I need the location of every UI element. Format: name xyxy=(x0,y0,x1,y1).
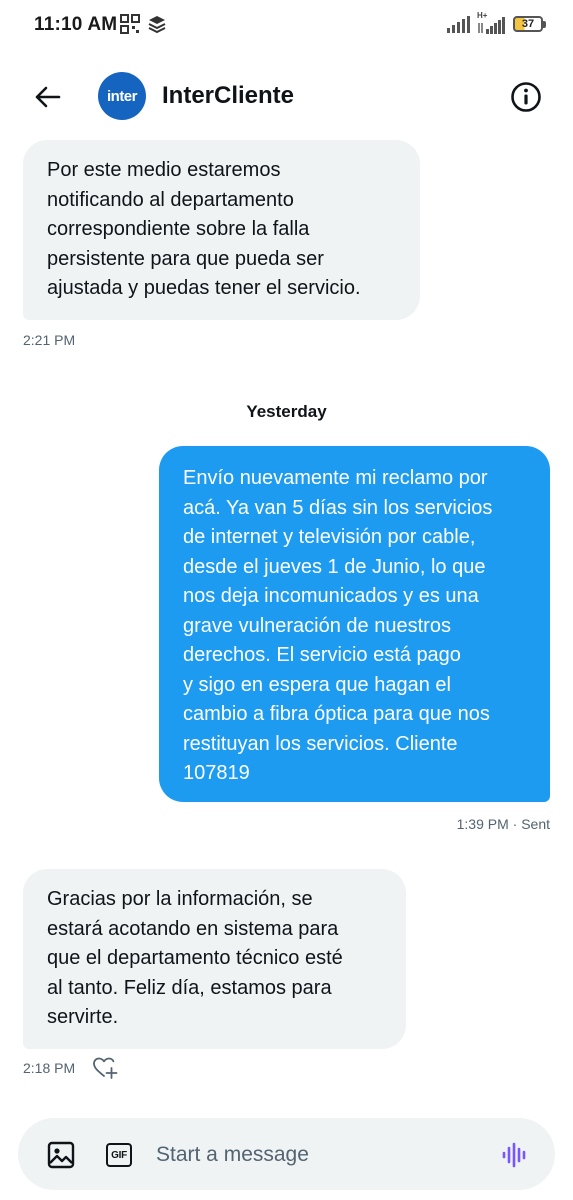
conversation-title[interactable]: InterCliente xyxy=(162,82,294,110)
add-image-button[interactable] xyxy=(46,1140,76,1170)
status-notification-icons xyxy=(120,14,166,34)
message-bubble-outgoing[interactable]: Envío nuevamente mi reclamo por acá. Ya … xyxy=(159,446,550,802)
message-text-line: correspondiente sobre la falla xyxy=(47,218,310,240)
message-text-line: derechos. El servicio está pago xyxy=(183,644,461,666)
message-text-line: ajustada y puedas tener el servicio. xyxy=(47,277,361,299)
image-icon xyxy=(47,1141,75,1169)
back-arrow-icon xyxy=(35,86,61,108)
signal-icon xyxy=(447,16,470,33)
message-text-line: acá. Ya van 5 días sin los servicios xyxy=(183,496,493,519)
back-button[interactable] xyxy=(30,80,64,114)
message-text-line: nos deja incomunicados y es una xyxy=(183,585,479,607)
status-bar: 11:10 AM H+ 37 xyxy=(0,0,573,52)
status-system-icons: H+ 37 xyxy=(447,11,546,34)
layers-icon xyxy=(148,16,166,34)
message-timestamp: 2:18 PM xyxy=(23,1060,76,1076)
message-text-line: al tanto. Feliz día, estamos para xyxy=(47,976,332,999)
info-icon[interactable] xyxy=(510,81,542,113)
signal-h-plus-icon: H+ xyxy=(477,11,507,34)
message-timestamp-sent: 1:39 PM · Sent xyxy=(456,816,550,832)
message-text-line: que el departamento técnico esté xyxy=(47,947,343,969)
message-text-line: de internet y televisión por cable, xyxy=(183,526,476,548)
message-text-line: 107819 xyxy=(183,762,250,784)
message-text-line: persistente para que pueda ser xyxy=(47,247,324,270)
message-input[interactable] xyxy=(154,1138,488,1172)
message-text-line: y sigo en espera que hagan el xyxy=(183,673,451,696)
avatar-logo-text: inter xyxy=(106,87,138,105)
avatar[interactable]: inter xyxy=(98,72,146,120)
qr-code-icon xyxy=(120,14,140,34)
message-timestamp: 2:21 PM xyxy=(23,332,76,348)
battery-level: 37 xyxy=(521,18,535,30)
day-separator: Yesterday xyxy=(246,402,327,421)
message-text-line: Envío nuevamente mi reclamo por xyxy=(183,467,488,489)
message-text-line: notificando al departamento xyxy=(47,188,294,211)
message-text-line: cambio a fibra óptica para que nos xyxy=(183,703,490,725)
message-text-line: estará acotando en sistema para xyxy=(47,917,339,940)
message-text-line: grave vulneración de nuestros xyxy=(183,614,451,637)
gif-icon: GIF xyxy=(106,1143,132,1167)
voice-message-button[interactable] xyxy=(500,1140,530,1170)
battery-icon: 37 xyxy=(513,16,546,32)
heart-plus-icon[interactable] xyxy=(92,1056,118,1080)
status-time: 11:10 AM xyxy=(34,14,118,35)
conversation-header: inter InterCliente xyxy=(0,60,573,132)
message-text-line: Por este medio estaremos xyxy=(47,159,281,181)
message-bubble-incoming[interactable]: Gracias por la información, se estará ac… xyxy=(23,869,406,1049)
gif-label: GIF xyxy=(111,1149,127,1161)
message-text-line: desde el jueves 1 de Junio, lo que xyxy=(183,555,486,578)
add-gif-button[interactable]: GIF xyxy=(104,1140,134,1170)
voice-icon xyxy=(502,1142,526,1168)
message-text-line: restituyan los servicios. Cliente xyxy=(183,732,458,755)
message-bubble-incoming[interactable]: Por este medio estaremos notificando al … xyxy=(23,140,420,320)
message-text-line: servirte. xyxy=(47,1006,119,1028)
message-text-line: Gracias por la información, se xyxy=(47,888,313,910)
message-composer: GIF xyxy=(18,1118,555,1190)
